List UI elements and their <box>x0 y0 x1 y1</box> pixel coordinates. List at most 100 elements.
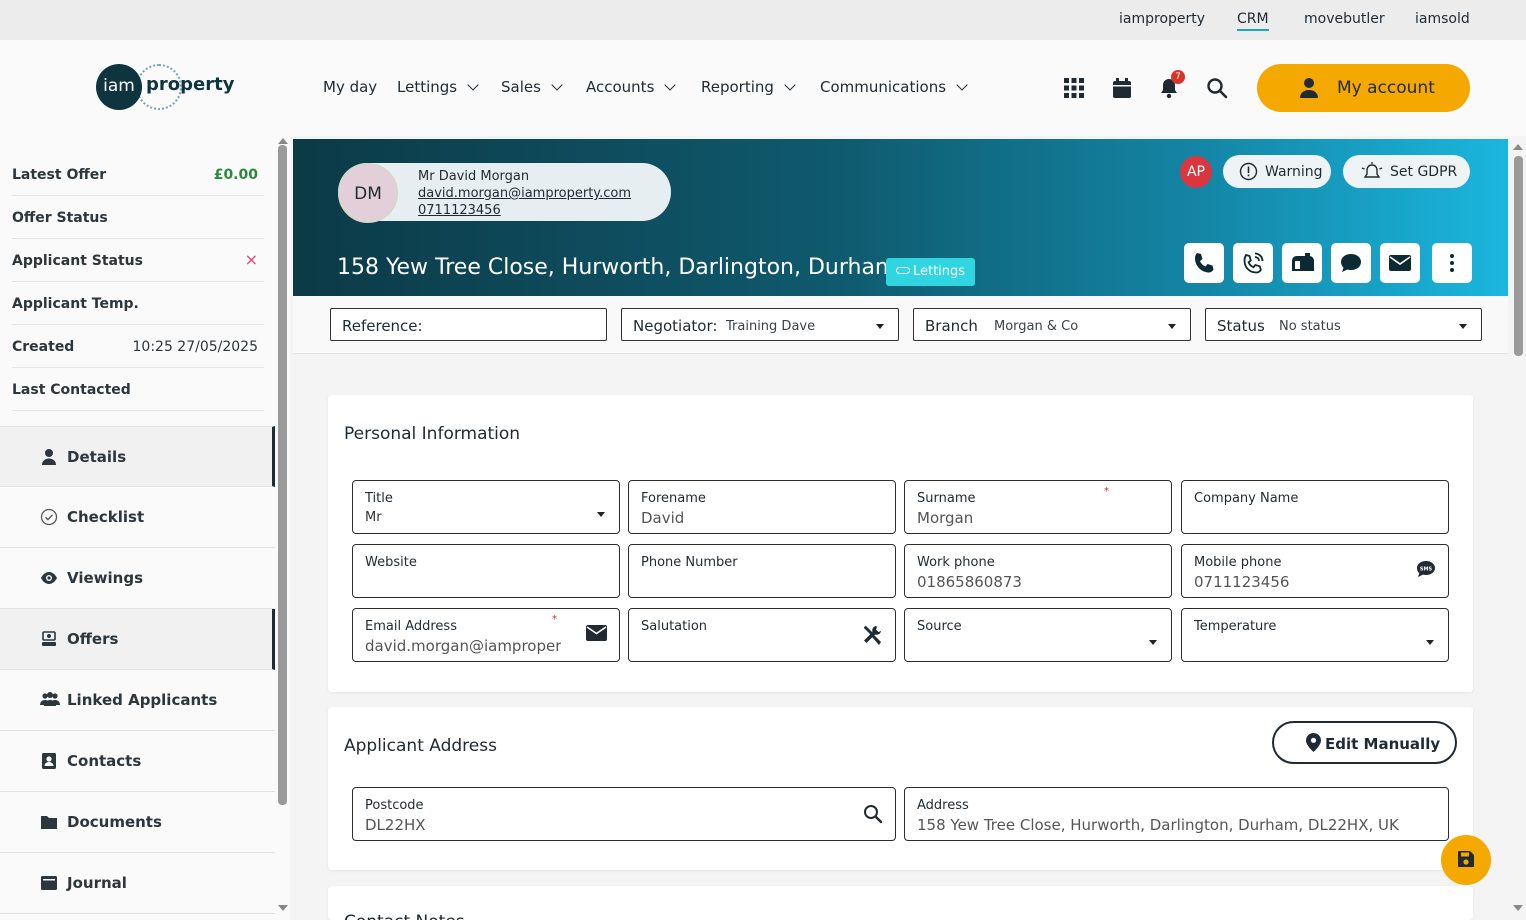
source-select[interactable]: Source <box>904 608 1172 662</box>
mobile-phone-field[interactable]: Mobile phone 0711123456 SMS <box>1181 544 1449 598</box>
info-label: Created <box>12 339 75 355</box>
sidebar-item-contacts[interactable]: Contacts <box>0 731 275 792</box>
phone-number-field[interactable]: Phone Number <box>628 544 896 598</box>
menu-lettings[interactable]: Lettings <box>397 78 479 96</box>
call-button[interactable] <box>1184 243 1224 283</box>
chevron-down-icon <box>551 79 563 91</box>
sidebar-item-offers[interactable]: Offers <box>0 609 275 670</box>
sidebar-scrollbar[interactable] <box>278 145 287 805</box>
menu-my-day[interactable]: My day <box>323 78 377 96</box>
search-icon[interactable] <box>1206 77 1228 99</box>
sidebar: Latest Offer £0.00 Offer Status Applicant… <box>0 136 290 920</box>
field-label: Forename <box>641 491 706 506</box>
my-account-button[interactable]: My account <box>1257 64 1470 112</box>
info-applicant-temp: Applicant Temp. <box>12 282 264 325</box>
applicant-phone-link[interactable]: 0711123456 <box>418 203 501 218</box>
salutation-field[interactable]: Salutation <box>628 608 896 662</box>
scroll-up-icon[interactable] <box>278 138 288 144</box>
logo-word: property <box>146 74 235 95</box>
journal-icon <box>41 876 57 890</box>
field-label: Title <box>365 491 393 506</box>
temperature-select[interactable]: Temperature <box>1181 608 1449 662</box>
email-address-field[interactable]: Email Address * david.morgan@iamproperty… <box>352 608 620 662</box>
reference-field[interactable]: Reference: <box>330 308 607 341</box>
menu-sales[interactable]: Sales <box>501 78 563 96</box>
scroll-down-icon[interactable] <box>278 905 288 911</box>
chevron-down-icon <box>1426 640 1434 645</box>
section-title: Applicant Address <box>344 736 497 756</box>
user-badge[interactable]: AP <box>1180 156 1212 188</box>
sidebar-item-linked-applicants[interactable]: Linked Applicants <box>0 670 275 731</box>
lettings-tag[interactable]: Lettings <box>886 258 975 286</box>
menu-communications[interactable]: Communications <box>820 78 968 96</box>
branch-select[interactable]: Branch Morgan & Co <box>913 308 1191 341</box>
menu-accounts[interactable]: Accounts <box>586 78 677 96</box>
sidebar-item-journal[interactable]: Journal <box>0 853 275 914</box>
chevron-down-icon <box>597 512 605 517</box>
avatar: DM <box>338 163 398 223</box>
sms-icon[interactable]: SMS <box>1416 560 1436 578</box>
tag-label: Lettings <box>912 264 966 279</box>
logo[interactable]: iam property <box>96 64 236 112</box>
chat-button[interactable] <box>1331 243 1371 283</box>
main-scroll-up-icon[interactable] <box>1513 144 1523 150</box>
main-scrollbar[interactable] <box>1514 156 1523 356</box>
postcode-field[interactable]: Postcode DL22HX <box>352 787 896 841</box>
sidebar-item-checklist[interactable]: Checklist <box>0 487 275 548</box>
info-created: Created 10:25 27/05/2025 <box>12 325 264 368</box>
phone-icon <box>1195 253 1214 273</box>
field-value: No status <box>1279 319 1341 334</box>
more-options-button[interactable] <box>1432 243 1472 283</box>
mailbox-button[interactable] <box>1282 243 1322 283</box>
forename-field[interactable]: Forename David <box>628 480 896 534</box>
company-name-field[interactable]: Company Name <box>1181 480 1449 534</box>
apps-grid-icon[interactable] <box>1063 77 1085 99</box>
field-label: Postcode <box>365 798 424 813</box>
calendar-icon[interactable] <box>1111 77 1133 99</box>
address-field[interactable]: Address 158 Yew Tree Close, Hurworth, Da… <box>904 787 1449 841</box>
negotiator-select[interactable]: Negotiator: Training Dave <box>621 308 899 341</box>
main-scroll-down-icon[interactable] <box>1513 905 1523 911</box>
brand-link-crm[interactable]: CRM <box>1237 11 1269 31</box>
brand-link-iamproperty[interactable]: iamproperty <box>1119 11 1205 27</box>
field-label: Website <box>365 555 417 570</box>
info-applicant-status: Applicant Status × <box>12 239 264 282</box>
warning-button[interactable]: Warning <box>1223 155 1331 188</box>
sidebar-item-details[interactable]: Details <box>0 426 275 487</box>
field-label: Status <box>1217 317 1265 335</box>
sidebar-item-documents[interactable]: Documents <box>0 792 275 853</box>
field-label: Email Address <box>365 619 457 634</box>
title-select[interactable]: Title Mr <box>352 480 620 534</box>
phone-ring-icon <box>1243 252 1264 274</box>
my-account-label: My account <box>1337 78 1435 98</box>
alert-circle-icon <box>1239 162 1258 181</box>
menu-reporting[interactable]: Reporting <box>701 78 796 96</box>
surname-field[interactable]: Surname * Morgan <box>904 480 1172 534</box>
field-label: Temperature <box>1194 619 1277 634</box>
brand-switcher: iamproperty CRM movebutler iamsold <box>0 0 1526 40</box>
email-button[interactable] <box>1380 243 1420 283</box>
required-marker: * <box>1104 486 1109 497</box>
edit-manually-button[interactable]: Edit Manually <box>1272 721 1457 764</box>
search-icon[interactable] <box>863 804 883 824</box>
status-select[interactable]: Status No status <box>1205 308 1482 341</box>
field-label: Surname <box>917 491 976 506</box>
svg-text:SMS: SMS <box>1420 567 1433 573</box>
save-button[interactable] <box>1441 835 1491 885</box>
brand-link-iamsold[interactable]: iamsold <box>1415 11 1470 27</box>
field-value: Morgan <box>917 509 974 527</box>
call-log-button[interactable] <box>1233 243 1273 283</box>
website-field[interactable]: Website <box>352 544 620 598</box>
sidebar-item-viewings[interactable]: Viewings <box>0 548 275 609</box>
close-icon[interactable]: × <box>245 250 258 269</box>
field-value: Morgan & Co <box>994 319 1079 334</box>
envelope-icon[interactable] <box>586 625 607 641</box>
brand-link-movebutler[interactable]: movebutler <box>1304 11 1385 27</box>
chevron-down-icon <box>1149 640 1157 645</box>
set-gdpr-button[interactable]: Set GDPR <box>1343 155 1470 188</box>
field-label: Mobile phone <box>1194 555 1282 570</box>
tools-icon[interactable] <box>861 624 883 646</box>
field-label: Company Name <box>1194 491 1299 506</box>
work-phone-field[interactable]: Work phone 01865860873 <box>904 544 1172 598</box>
applicant-email-link[interactable]: david.morgan@iamproperty.com <box>418 186 631 201</box>
